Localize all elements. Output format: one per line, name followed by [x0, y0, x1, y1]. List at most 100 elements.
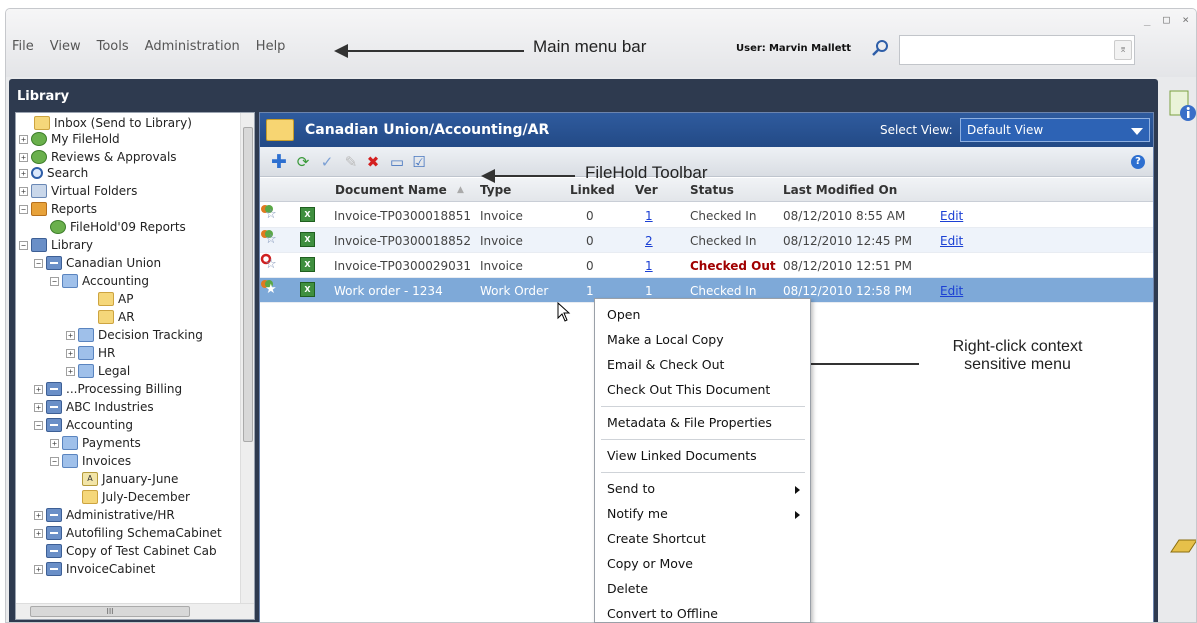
collapse-icon[interactable]: −	[50, 456, 59, 466]
scrollbar-thumb[interactable]	[243, 127, 253, 442]
column-linked[interactable]: Linked	[570, 183, 615, 197]
expand-icon[interactable]: +	[66, 330, 75, 340]
favorite-star-icon[interactable]: ☆	[265, 257, 277, 272]
search-input[interactable]	[899, 35, 1135, 65]
tree-item-decision-tracking[interactable]: + Decision Tracking	[66, 327, 203, 343]
table-row[interactable]: ☆ X Invoice-TP0300029031 Invoice 0 1 Che…	[260, 253, 1153, 278]
expand-icon[interactable]: +	[19, 134, 28, 144]
tree-item-accounting-drawer[interactable]: − Accounting	[50, 273, 149, 289]
document-name[interactable]: Work order - 1234	[334, 284, 443, 298]
document-version[interactable]: 1	[645, 284, 653, 298]
menu-view[interactable]: View	[50, 39, 81, 54]
tree-item-canadian-union[interactable]: − Canadian Union	[34, 255, 161, 271]
approve-icon[interactable]: ✓	[318, 153, 336, 171]
context-view-linked[interactable]: View Linked Documents	[607, 448, 757, 463]
delete-icon[interactable]: ✖	[364, 153, 382, 171]
info-panel-icon[interactable]	[1168, 89, 1197, 123]
tree-item-accounting-cabinet[interactable]: − Accounting	[34, 417, 133, 433]
tree-item-my-filehold[interactable]: + My FileHold	[19, 131, 120, 147]
column-document-name[interactable]: Document Name	[335, 183, 447, 197]
column-status[interactable]: Status	[690, 183, 734, 197]
edit-link[interactable]: Edit	[940, 209, 963, 223]
column-last-modified[interactable]: Last Modified On	[783, 183, 897, 197]
tree-item-payments[interactable]: + Payments	[50, 435, 141, 451]
tree-item-january-june[interactable]: A January-June	[82, 471, 178, 487]
menu-file[interactable]: File	[12, 39, 34, 54]
expand-icon[interactable]: +	[19, 152, 28, 162]
tree-vertical-scrollbar[interactable]	[240, 113, 254, 605]
tree-item-ar[interactable]: AR	[98, 309, 135, 325]
favorite-star-icon[interactable]: ★	[265, 282, 277, 297]
edit-link[interactable]: Edit	[940, 234, 963, 248]
document-name[interactable]: Invoice-TP0300018851	[334, 209, 471, 223]
menu-help[interactable]: Help	[256, 39, 286, 54]
checklist-icon[interactable]: ☑	[410, 153, 428, 171]
search-icon[interactable]	[871, 39, 889, 57]
table-row[interactable]: ☆ X Invoice-TP0300018851 Invoice 0 1 Che…	[260, 203, 1153, 228]
menu-tools[interactable]: Tools	[97, 39, 129, 54]
context-send-to[interactable]: Send to	[607, 481, 655, 496]
window-controls[interactable]: _ □ ×	[1144, 13, 1192, 26]
tree-item-reports[interactable]: − Reports	[19, 201, 97, 217]
search-options-button[interactable]: ⌆	[1114, 40, 1132, 60]
expand-icon[interactable]: +	[66, 348, 75, 358]
column-ver[interactable]: Ver	[635, 183, 658, 197]
expand-icon[interactable]: +	[19, 168, 28, 178]
tree-item-invoicecabinet[interactable]: + InvoiceCabinet	[34, 561, 155, 577]
tree-item-virtual-folders[interactable]: + Virtual Folders	[19, 183, 137, 199]
tree-item-legal[interactable]: + Legal	[66, 363, 130, 379]
document-name[interactable]: Invoice-TP0300029031	[334, 259, 471, 273]
tree-item-search[interactable]: + Search	[19, 165, 88, 181]
attach-icon[interactable]: ✎	[342, 153, 360, 171]
expand-icon[interactable]: +	[34, 402, 43, 412]
favorite-star-icon[interactable]: ☆	[265, 232, 277, 247]
tree-item-reviews[interactable]: + Reviews & Approvals	[19, 149, 177, 165]
collapse-icon[interactable]: −	[19, 240, 28, 250]
context-delete[interactable]: Delete	[607, 581, 648, 596]
context-create-shortcut[interactable]: Create Shortcut	[607, 531, 706, 546]
context-notify-me[interactable]: Notify me	[607, 506, 668, 521]
tree-item-library[interactable]: − Library	[19, 237, 93, 253]
pin-panel-icon[interactable]	[1169, 536, 1197, 556]
tree-item-autofiling[interactable]: + Autofiling SchemaCabinet	[34, 525, 222, 541]
collapse-icon[interactable]: −	[19, 204, 28, 214]
refresh-icon[interactable]: ⟳	[294, 153, 312, 171]
tree-horizontal-scrollbar[interactable]: III	[16, 603, 254, 619]
context-metadata[interactable]: Metadata & File Properties	[607, 415, 772, 430]
favorite-star-icon[interactable]: ☆	[265, 207, 277, 222]
expand-icon[interactable]: +	[34, 528, 43, 538]
tree-item-administrative-hr[interactable]: + Administrative/HR	[34, 507, 175, 523]
context-open[interactable]: Open	[607, 307, 640, 322]
scrollbar-thumb[interactable]: III	[30, 606, 190, 617]
context-convert-offline[interactable]: Convert to Offline	[607, 606, 718, 621]
column-type[interactable]: Type	[480, 183, 511, 197]
document-name[interactable]: Invoice-TP0300018852	[334, 234, 471, 248]
document-version[interactable]: 2	[645, 234, 653, 248]
tree-item-hr[interactable]: + HR	[66, 345, 115, 361]
expand-icon[interactable]: +	[34, 510, 43, 520]
expand-icon[interactable]: +	[19, 186, 28, 196]
collapse-icon[interactable]: −	[34, 420, 43, 430]
context-check-out[interactable]: Check Out This Document	[607, 382, 770, 397]
context-copy-move[interactable]: Copy or Move	[607, 556, 693, 571]
select-view-dropdown[interactable]: Default View	[960, 118, 1150, 142]
tree-item-invoices[interactable]: − Invoices	[50, 453, 131, 469]
document-version[interactable]: 1	[645, 209, 653, 223]
expand-icon[interactable]: +	[50, 438, 59, 448]
expand-icon[interactable]: +	[34, 564, 43, 574]
context-email-check-out[interactable]: Email & Check Out	[607, 357, 724, 372]
menu-administration[interactable]: Administration	[145, 39, 240, 54]
expand-icon[interactable]: +	[66, 366, 75, 376]
edit-link[interactable]: Edit	[940, 284, 963, 298]
help-icon[interactable]: ?	[1131, 155, 1145, 169]
tree-item-july-december[interactable]: July-December	[82, 489, 190, 505]
expand-icon[interactable]: +	[34, 384, 43, 394]
tree-item-copy-test-cabinet[interactable]: Copy of Test Cabinet Cab	[46, 543, 217, 559]
tree-item-processing-billing[interactable]: + ...Processing Billing	[34, 381, 182, 397]
tree-item-inbox[interactable]: Inbox (Send to Library)	[34, 115, 192, 131]
tree-item-filehold09-reports[interactable]: FileHold'09 Reports	[50, 219, 186, 235]
document-version[interactable]: 1	[645, 259, 653, 273]
properties-icon[interactable]: ▭	[388, 153, 406, 171]
collapse-icon[interactable]: −	[34, 258, 43, 268]
tree-item-abc-industries[interactable]: + ABC Industries	[34, 399, 154, 415]
